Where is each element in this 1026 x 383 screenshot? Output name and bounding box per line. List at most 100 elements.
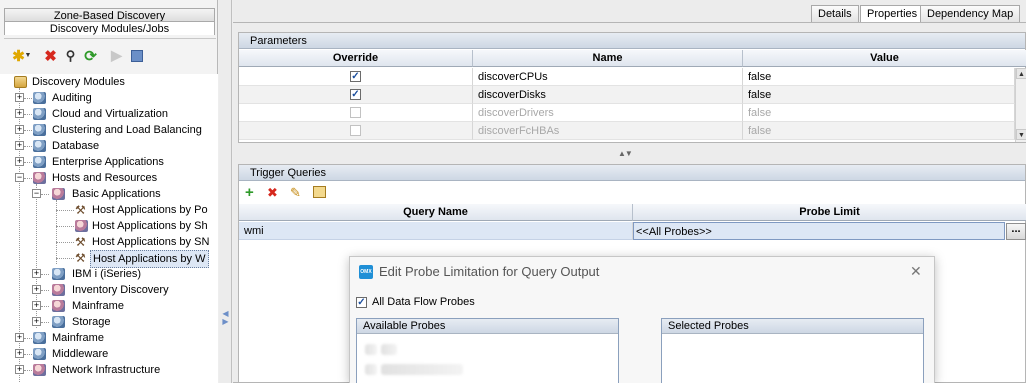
job-icon: [75, 220, 88, 232]
hammer-icon: ⚒: [75, 235, 86, 249]
expand-icon[interactable]: +: [15, 141, 24, 150]
tree-item-database[interactable]: + Database: [0, 138, 218, 154]
tree-item-clustering[interactable]: + Clustering and Load Balancing: [0, 122, 218, 138]
scroll-down-icon[interactable]: ▼: [1016, 129, 1026, 140]
tab-details[interactable]: Details: [811, 5, 859, 23]
param-override-cell: ✓: [239, 86, 473, 104]
hammer-icon: ⚒: [75, 203, 86, 217]
expand-icon[interactable]: +: [15, 93, 24, 102]
collapse-icon[interactable]: −: [15, 173, 24, 182]
override-checkbox[interactable]: [350, 125, 361, 136]
left-panel: Zone-Based Discovery Discovery Modules/J…: [0, 0, 218, 383]
delete-x-icon[interactable]: ✖: [42, 47, 59, 65]
expand-icon[interactable]: +: [15, 125, 24, 134]
module-group-icon: [52, 188, 65, 200]
collapse-panel-arrows-icon[interactable]: ◀ ▶: [219, 310, 232, 326]
expand-icon[interactable]: +: [15, 349, 24, 358]
scroll-up-icon[interactable]: ▲: [1016, 68, 1026, 79]
column-probe-limit[interactable]: Probe Limit: [633, 204, 1026, 221]
expand-icon[interactable]: +: [32, 285, 41, 294]
all-probes-checkbox[interactable]: ✓: [356, 297, 367, 308]
edit-probe-limitation-dialog: OMX Edit Probe Limitation for Query Outp…: [349, 256, 935, 383]
tree-item-middleware[interactable]: + Middleware: [0, 346, 218, 362]
play-icon[interactable]: ▶: [108, 47, 125, 64]
stop-icon[interactable]: [128, 47, 145, 64]
module-icon: [33, 348, 46, 360]
tree-item-basic-applications[interactable]: − Basic Applications: [0, 186, 218, 202]
module-icon: [33, 108, 46, 120]
tree-item-ibm-i[interactable]: + IBM i (iSeries): [0, 266, 218, 282]
override-checkbox[interactable]: ✓: [350, 89, 361, 100]
param-value-cell[interactable]: false: [743, 86, 1015, 104]
tree-job-host-apps-sn[interactable]: ⚒ Host Applications by SN: [0, 234, 218, 250]
tab-zone-based-discovery[interactable]: Zone-Based Discovery: [4, 8, 215, 22]
param-name-cell: discoverDrivers: [473, 104, 743, 122]
param-override-cell: [239, 122, 473, 140]
expand-icon[interactable]: +: [15, 109, 24, 118]
module-group-icon: [33, 364, 46, 376]
parameters-section: Parameters Override Name Value ✓ discove…: [238, 32, 1026, 143]
module-icon: [33, 92, 46, 104]
folder-icon: [14, 76, 27, 88]
selected-probes-header: Selected Probes: [662, 319, 923, 334]
tree-item-hosts-resources[interactable]: − Hosts and Resources: [0, 170, 218, 186]
column-value[interactable]: Value: [743, 50, 1026, 67]
override-checkbox[interactable]: ✓: [350, 71, 361, 82]
tree-job-host-apps-w[interactable]: ⚒ Host Applications by W: [0, 250, 218, 268]
app-logo-icon: OMX: [359, 265, 373, 279]
column-name[interactable]: Name: [473, 50, 743, 67]
expand-icon[interactable]: +: [32, 269, 41, 278]
all-probes-label: All Data Flow Probes: [372, 296, 475, 308]
tree-item-mainframe[interactable]: + Mainframe: [0, 330, 218, 346]
trigger-queries-toolbar: + ✖ ✎: [239, 182, 1026, 204]
module-icon: [33, 156, 46, 168]
tree-item-storage[interactable]: + Storage: [0, 314, 218, 330]
tree-item-cloud-virtualization[interactable]: + Cloud and Virtualization: [0, 106, 218, 122]
tree-item-enterprise-applications[interactable]: + Enterprise Applications: [0, 154, 218, 170]
param-value-cell: false: [743, 122, 1015, 140]
tab-properties[interactable]: Properties: [860, 5, 925, 23]
expand-icon[interactable]: +: [15, 365, 24, 374]
add-icon[interactable]: +: [245, 184, 254, 201]
chevron-down-icon[interactable]: ▼: [24, 47, 32, 64]
tree-job-host-apps-sh[interactable]: Host Applications by Sh: [0, 218, 218, 234]
available-probes-list[interactable]: Available Probes: [356, 318, 619, 383]
module-group-icon: [33, 172, 46, 184]
param-name-cell: discoverFcHBAs: [473, 122, 743, 140]
preview-icon[interactable]: [313, 186, 326, 198]
edit-icon[interactable]: ✎: [290, 185, 301, 201]
edit-probe-limit-button[interactable]: ...: [1006, 223, 1026, 240]
split-resize-arrows-icon[interactable]: ▲▼: [618, 149, 633, 158]
search-icon[interactable]: ⚲: [62, 47, 79, 64]
hammer-icon: ⚒: [75, 251, 86, 265]
refresh-icon[interactable]: ⟳: [82, 47, 99, 65]
expand-icon[interactable]: +: [32, 317, 41, 326]
tree-root-discovery-modules[interactable]: Discovery Modules: [0, 74, 218, 90]
tree-job-host-apps-po[interactable]: ⚒ Host Applications by Po: [0, 202, 218, 218]
expand-icon[interactable]: +: [15, 157, 24, 166]
override-checkbox[interactable]: [350, 107, 361, 118]
tree-item-inventory-discovery[interactable]: + Inventory Discovery: [0, 282, 218, 298]
parameters-scrollbar[interactable]: ▲ ▼: [1015, 68, 1026, 142]
module-group-icon: [52, 284, 65, 296]
tree-item-network-infrastructure[interactable]: + Network Infrastructure: [0, 362, 218, 378]
tab-dependency-map[interactable]: Dependency Map: [920, 5, 1021, 23]
tab-discovery-modules-jobs[interactable]: Discovery Modules/Jobs: [4, 21, 215, 35]
remove-icon[interactable]: ✖: [267, 185, 278, 201]
trigger-queries-header: Trigger Queries: [239, 165, 1025, 181]
tree-item-auditing[interactable]: + Auditing: [0, 90, 218, 106]
expand-icon[interactable]: +: [15, 333, 24, 342]
collapse-icon[interactable]: −: [32, 189, 41, 198]
probe-limit-cell[interactable]: <<All Probes>>: [633, 222, 1005, 240]
module-group-icon: [52, 300, 65, 312]
tree-item-mainframe-sub[interactable]: + Mainframe: [0, 298, 218, 314]
parameters-header: Parameters: [239, 33, 1025, 49]
close-icon[interactable]: ✕: [910, 263, 922, 280]
param-override-cell: ✓: [239, 68, 473, 86]
column-override[interactable]: Override: [239, 50, 473, 67]
query-name-cell[interactable]: wmi: [239, 222, 633, 240]
expand-icon[interactable]: +: [32, 301, 41, 310]
column-query-name[interactable]: Query Name: [239, 204, 633, 221]
selected-probes-list[interactable]: Selected Probes: [661, 318, 924, 383]
param-value-cell[interactable]: false: [743, 68, 1015, 86]
